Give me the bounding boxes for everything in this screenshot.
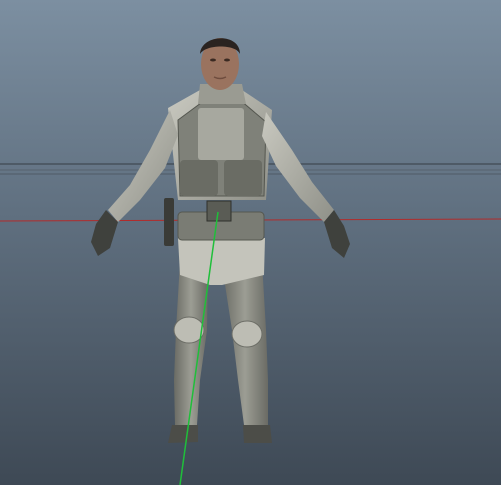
right-eye: [224, 58, 230, 62]
viewport-scene: [0, 0, 501, 485]
right-knee-pad: [231, 320, 263, 348]
right-boot: [243, 425, 272, 443]
left-knee-pad: [173, 316, 205, 344]
left-eye: [210, 58, 216, 62]
holster: [164, 198, 174, 246]
vest-pouch-left: [180, 160, 218, 196]
3d-viewport[interactable]: [0, 0, 501, 485]
vest-pouch-right: [224, 160, 262, 196]
belt-buckle: [206, 200, 232, 222]
left-boot: [168, 425, 198, 443]
vest-panel: [198, 108, 244, 160]
